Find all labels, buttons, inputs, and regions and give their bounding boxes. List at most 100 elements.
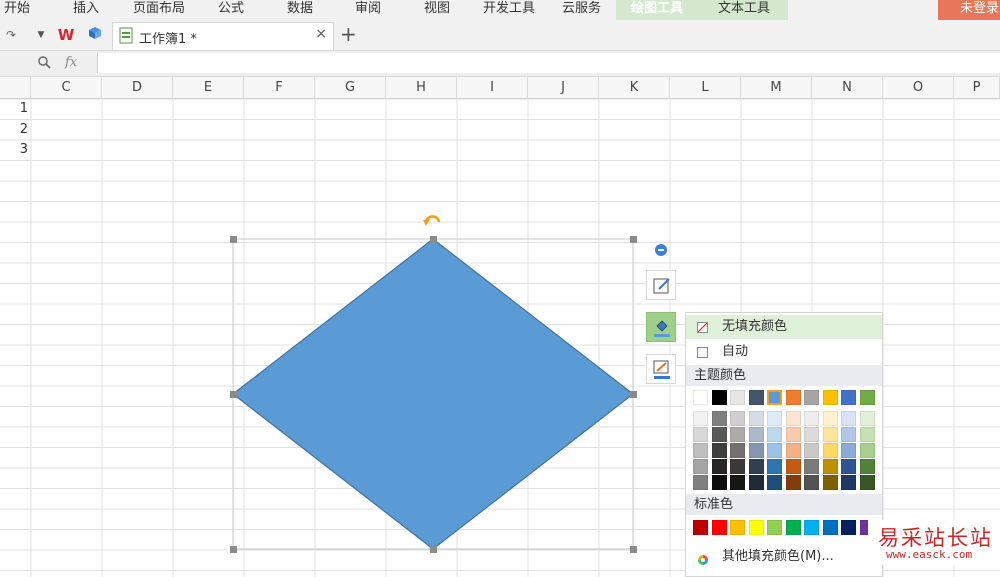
menu-review[interactable]: 审阅 [355, 0, 381, 20]
add-tab-icon[interactable]: + [340, 22, 357, 46]
fill-color-button[interactable] [646, 312, 676, 342]
theme-swatch[interactable] [748, 390, 764, 405]
resize-handle-l[interactable] [230, 391, 237, 398]
theme-shade-swatch[interactable] [785, 427, 801, 442]
menu-drawing-tools[interactable]: 绘图工具 [631, 0, 683, 20]
close-tab-icon[interactable]: × [315, 26, 327, 42]
theme-shade-swatch[interactable] [859, 443, 875, 458]
theme-shade-swatch[interactable] [785, 459, 801, 474]
resize-handle-bl[interactable] [230, 546, 237, 553]
col-header-K[interactable]: K [599, 77, 670, 99]
theme-shade-swatch[interactable] [767, 459, 782, 474]
resize-handle-b[interactable] [430, 546, 437, 553]
theme-shade-swatch[interactable] [748, 459, 764, 474]
theme-shade-swatch[interactable] [748, 475, 764, 490]
theme-swatch[interactable] [822, 390, 838, 405]
theme-shade-swatch[interactable] [804, 443, 819, 458]
theme-shade-swatch[interactable] [693, 427, 708, 442]
theme-swatch[interactable] [859, 390, 875, 405]
theme-swatch[interactable] [730, 390, 745, 405]
col-header-O[interactable]: O [883, 77, 954, 99]
theme-shade-swatch[interactable] [693, 443, 708, 458]
standard-swatch[interactable] [711, 520, 727, 535]
theme-swatch[interactable] [785, 390, 801, 405]
theme-swatch[interactable] [841, 390, 856, 405]
col-header-G[interactable]: G [315, 77, 386, 99]
select-all-corner[interactable] [0, 77, 31, 99]
theme-swatch[interactable] [711, 390, 727, 405]
theme-shade-swatch[interactable] [730, 443, 745, 458]
theme-shade-swatch[interactable] [748, 427, 764, 442]
resize-handle-t[interactable] [430, 236, 437, 243]
redo-icon[interactable]: ↷ [2, 26, 20, 44]
menu-text-tools[interactable]: 文本工具 [718, 0, 770, 20]
theme-shade-swatch[interactable] [767, 411, 782, 426]
menu-insert[interactable]: 插入 [73, 0, 99, 20]
row-header-1[interactable]: 1 [0, 99, 30, 120]
theme-shade-swatch[interactable] [859, 475, 875, 490]
theme-shade-swatch[interactable] [822, 411, 838, 426]
theme-shade-swatch[interactable] [841, 411, 856, 426]
theme-shade-swatch[interactable] [822, 475, 838, 490]
theme-shade-swatch[interactable] [841, 443, 856, 458]
theme-shade-swatch[interactable] [822, 459, 838, 474]
col-header-E[interactable]: E [173, 77, 244, 99]
resize-handle-tl[interactable] [230, 236, 237, 243]
col-header-F[interactable]: F [244, 77, 315, 99]
theme-shade-swatch[interactable] [693, 459, 708, 474]
collapse-minus-icon[interactable] [655, 244, 667, 256]
theme-shade-swatch[interactable] [730, 411, 745, 426]
standard-swatch[interactable] [748, 520, 764, 535]
cube-icon[interactable] [86, 26, 104, 44]
theme-shade-swatch[interactable] [711, 475, 727, 490]
resize-handle-r[interactable] [630, 391, 637, 398]
col-header-N[interactable]: N [812, 77, 883, 99]
standard-swatch[interactable] [822, 520, 838, 535]
login-button[interactable]: 未登录 [938, 0, 1000, 20]
theme-shade-swatch[interactable] [859, 459, 875, 474]
col-header-C[interactable]: C [31, 77, 102, 99]
menu-developer[interactable]: 开发工具 [483, 0, 535, 20]
standard-swatch[interactable] [767, 520, 782, 535]
theme-shade-swatch[interactable] [730, 427, 745, 442]
theme-shade-swatch[interactable] [785, 475, 801, 490]
theme-shade-swatch[interactable] [711, 443, 727, 458]
theme-shade-swatch[interactable] [785, 411, 801, 426]
theme-swatch[interactable] [767, 390, 782, 405]
theme-shade-swatch[interactable] [711, 411, 727, 426]
document-tab[interactable]: 工作簿1 * × [112, 22, 334, 50]
resize-handle-tr[interactable] [630, 236, 637, 243]
menu-formula[interactable]: 公式 [218, 0, 244, 20]
theme-shade-swatch[interactable] [841, 459, 856, 474]
theme-shade-swatch[interactable] [822, 427, 838, 442]
menu-home[interactable]: 开始 [4, 0, 30, 20]
formula-input[interactable] [97, 53, 1000, 73]
theme-shade-swatch[interactable] [859, 411, 875, 426]
standard-swatch[interactable] [804, 520, 819, 535]
theme-shade-swatch[interactable] [693, 411, 708, 426]
resize-handle-br[interactable] [630, 546, 637, 553]
menu-view[interactable]: 视图 [424, 0, 450, 20]
theme-shade-swatch[interactable] [767, 475, 782, 490]
magnifier-icon[interactable] [37, 55, 51, 73]
auto-option[interactable]: 自动 [686, 340, 882, 364]
menu-cloud[interactable]: 云服务 [562, 0, 601, 20]
theme-shade-swatch[interactable] [804, 411, 819, 426]
theme-swatch[interactable] [804, 390, 819, 405]
theme-shade-swatch[interactable] [841, 475, 856, 490]
standard-swatch[interactable] [693, 520, 708, 535]
theme-shade-swatch[interactable] [693, 475, 708, 490]
col-header-D[interactable]: D [102, 77, 173, 99]
theme-shade-swatch[interactable] [785, 443, 801, 458]
theme-shade-swatch[interactable] [804, 475, 819, 490]
dropdown-arrow-icon[interactable]: ▼ [32, 26, 50, 44]
standard-swatch[interactable] [785, 520, 801, 535]
shape-style-button[interactable] [646, 270, 676, 300]
theme-shade-swatch[interactable] [804, 427, 819, 442]
theme-shade-swatch[interactable] [730, 459, 745, 474]
col-header-J[interactable]: J [528, 77, 599, 99]
col-header-P[interactable]: P [954, 77, 1000, 99]
theme-shade-swatch[interactable] [711, 427, 727, 442]
col-header-M[interactable]: M [741, 77, 812, 99]
theme-shade-swatch[interactable] [767, 443, 782, 458]
